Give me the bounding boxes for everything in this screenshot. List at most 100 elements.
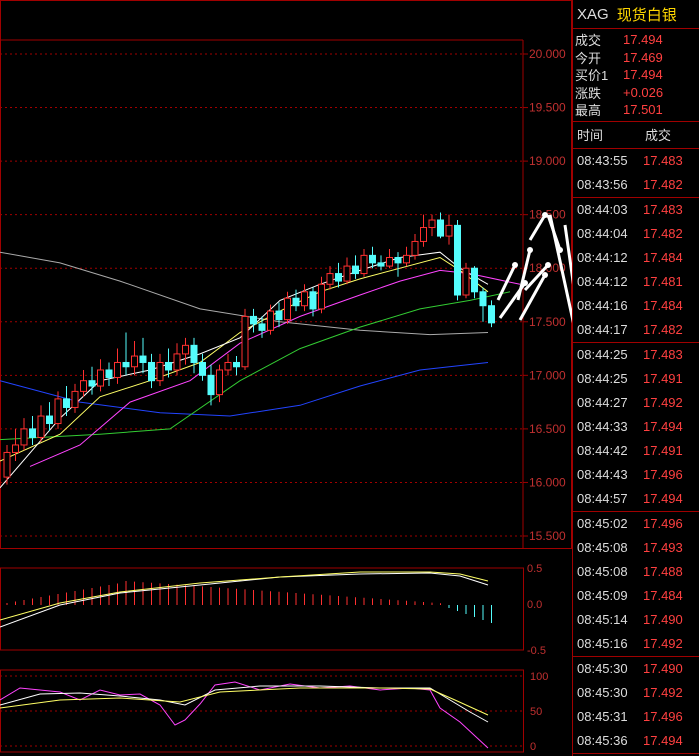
quote-row: 涨跌 +0.026 <box>575 84 699 102</box>
candle-body <box>131 355 138 368</box>
tick-row[interactable]: 08:43:56 17.482 <box>573 173 699 197</box>
candle-body <box>29 428 36 438</box>
quote-value: 17.494 <box>623 67 663 83</box>
price-tick-label: 16.500 <box>529 422 566 436</box>
quote-row: 买价1 17.494 <box>575 66 699 84</box>
quote-info: 成交 17.494 今开 17.469 买价1 17.494 涨跌 +0.026 最高 1… <box>573 29 699 122</box>
tick-price: 17.482 <box>643 226 683 241</box>
tick-row[interactable]: 08:44:33 17.494 <box>573 415 699 439</box>
tick-row[interactable]: 08:45:30 17.490 <box>573 657 699 681</box>
candle-body <box>182 344 189 355</box>
candle-body <box>445 224 453 237</box>
candle-body <box>97 369 104 387</box>
arrow-head <box>542 212 548 218</box>
tick-row[interactable]: 08:45:30 17.492 <box>573 681 699 705</box>
quote-value: 17.501 <box>623 102 663 118</box>
candle-body <box>428 219 436 229</box>
tick-time: 08:44:33 <box>577 419 628 434</box>
tick-row[interactable]: 08:44:17 17.482 <box>573 318 699 342</box>
candle-body <box>148 361 155 382</box>
tick-row[interactable]: 08:44:25 17.483 <box>573 343 699 367</box>
candlestick-chart[interactable]: 20.00019.50019.00018.50018.00017.50017.0… <box>0 0 572 756</box>
arrow-head <box>542 272 548 278</box>
candle-body <box>105 369 113 378</box>
price-tick-label: 19.000 <box>529 154 566 168</box>
tick-row[interactable]: 08:45:08 17.488 <box>573 560 699 584</box>
tick-price: 17.484 <box>643 298 683 313</box>
tick-price: 17.492 <box>643 685 683 700</box>
tick-time: 08:44:25 <box>577 371 628 386</box>
tick-time: 08:45:30 <box>577 685 628 700</box>
quote-label: 成交 <box>575 33 602 49</box>
candle-body <box>80 380 87 392</box>
tick-price: 17.483 <box>643 202 683 217</box>
candle-body <box>454 224 461 296</box>
candle-body <box>156 361 164 382</box>
ma40-line <box>0 291 511 441</box>
candle-body <box>292 297 300 307</box>
tick-row[interactable]: 08:44:57 17.494 <box>573 487 699 511</box>
candle-body <box>207 374 215 396</box>
quote-row: 成交 17.494 <box>575 31 699 49</box>
tick-time: 08:45:14 <box>577 612 628 627</box>
tick-price: 17.490 <box>643 612 683 627</box>
tick-row[interactable]: 08:44:16 17.484 <box>573 294 699 318</box>
tick-row[interactable]: 08:44:43 17.496 <box>573 463 699 487</box>
tick-price: 17.491 <box>643 371 683 386</box>
candle-body <box>258 323 266 331</box>
candle-body <box>360 254 368 275</box>
price-tick-label: 16.000 <box>529 475 566 489</box>
candle-body <box>420 227 427 242</box>
tick-list[interactable]: 08:43:55 17.483 08:43:56 17.482 08:44:03 17.4… <box>573 149 699 754</box>
rsi-line-3 <box>0 687 489 716</box>
ticks-header: 时间 成交 <box>573 122 699 149</box>
tick-price: 17.484 <box>643 588 683 603</box>
tick-time: 08:45:08 <box>577 540 628 555</box>
candle-body <box>377 262 385 267</box>
tick-price: 17.494 <box>643 419 683 434</box>
tick-row[interactable]: 08:44:04 17.482 <box>573 222 699 246</box>
arrow-head <box>527 247 533 253</box>
tick-row[interactable]: 08:45:02 17.496 <box>573 512 699 536</box>
tick-row[interactable]: 08:44:12 17.484 <box>573 246 699 270</box>
tick-time: 08:44:12 <box>577 250 628 265</box>
tick-row[interactable]: 08:44:25 17.491 <box>573 367 699 391</box>
tick-time: 08:44:12 <box>577 274 628 289</box>
tick-row[interactable]: 08:44:27 17.492 <box>573 391 699 415</box>
quote-label: 今开 <box>575 50 602 66</box>
tick-row[interactable]: 08:45:31 17.496 <box>573 705 699 729</box>
tick-price: 17.496 <box>643 467 683 482</box>
tick-row[interactable]: 08:43:55 17.483 <box>573 149 699 173</box>
candle-body <box>216 369 223 396</box>
price-tick-label: 20.000 <box>529 47 566 61</box>
arrow-head <box>545 262 551 268</box>
candle-body <box>46 415 53 425</box>
tick-row[interactable]: 08:45:09 17.484 <box>573 584 699 608</box>
tick-time: 08:44:27 <box>577 395 628 410</box>
candle-body <box>3 451 11 478</box>
candle-body <box>88 380 96 387</box>
candle-body <box>284 297 291 321</box>
tick-row[interactable]: 08:45:16 17.492 <box>573 632 699 656</box>
tick-row[interactable]: 08:45:08 17.493 <box>573 536 699 560</box>
symbol-name: 现货白银 <box>616 6 677 24</box>
tick-price: 17.493 <box>643 540 683 555</box>
tick-time: 08:44:03 <box>577 202 628 217</box>
candle-body <box>233 361 240 368</box>
candle-body <box>241 315 249 368</box>
candle-body <box>326 273 334 285</box>
quote-label: 买价1 <box>575 68 609 84</box>
tick-row[interactable]: 08:44:03 17.483 <box>573 198 699 222</box>
tick-time: 08:45:30 <box>577 661 628 676</box>
tick-row[interactable]: 08:44:12 17.481 <box>573 270 699 294</box>
tick-price: 17.494 <box>643 491 683 506</box>
candle-body <box>173 353 181 371</box>
tick-row[interactable]: 08:44:42 17.491 <box>573 439 699 463</box>
tick-group: 08:43:55 17.483 08:43:56 17.482 <box>573 149 699 198</box>
rsi-tick-label: 0 <box>530 741 536 753</box>
candle-body <box>63 398 70 408</box>
candle-body <box>479 291 487 307</box>
tick-row[interactable]: 08:45:36 17.494 <box>573 729 699 753</box>
candle-body <box>335 273 342 282</box>
tick-row[interactable]: 08:45:14 17.490 <box>573 608 699 632</box>
